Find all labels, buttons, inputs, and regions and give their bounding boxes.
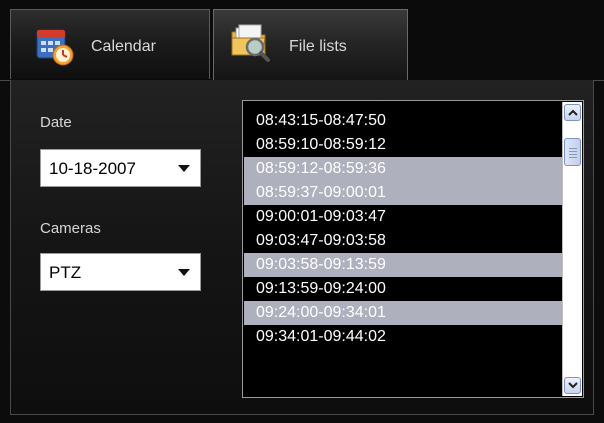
date-value: 10-18-2007 xyxy=(49,159,136,178)
calendar-icon xyxy=(36,29,74,66)
file-list-item[interactable]: 08:59:10-08:59:12 xyxy=(244,133,562,157)
camera-dropdown[interactable]: PTZ xyxy=(40,253,201,291)
file-list-item[interactable]: 09:13:59-09:24:00 xyxy=(244,277,562,301)
chevron-up-icon xyxy=(568,109,578,116)
scroll-down-button[interactable] xyxy=(564,377,581,394)
file-list-item[interactable]: 09:00:01-09:03:47 xyxy=(244,205,562,229)
scroll-thumb[interactable] xyxy=(564,138,581,166)
tab-calendar-label: Calendar xyxy=(91,38,156,55)
tab-strip: Calendar File lists xyxy=(0,0,604,81)
date-label: Date xyxy=(40,114,72,131)
camera-value: PTZ xyxy=(49,263,82,282)
chevron-down-icon[interactable] xyxy=(178,165,190,172)
file-list-item[interactable]: 08:59:12-08:59:36 xyxy=(244,157,562,181)
cameras-label: Cameras xyxy=(40,220,101,237)
file-list-item[interactable]: 08:43:15-08:47:50 xyxy=(244,109,562,133)
file-list-item[interactable]: 09:03:58-09:13:59 xyxy=(244,253,562,277)
tab-file-lists[interactable]: File lists xyxy=(213,9,408,81)
file-list[interactable]: 08:43:15-08:47:50 08:59:10-08:59:12 08:59:… xyxy=(242,100,584,398)
vertical-scrollbar[interactable] xyxy=(562,102,582,396)
tab-calendar[interactable]: Calendar xyxy=(10,9,210,79)
chevron-down-icon xyxy=(568,382,578,389)
tab-file-lists-label: File lists xyxy=(289,38,347,55)
file-list-item[interactable]: 09:24:00-09:34:01 xyxy=(244,301,562,325)
file-browser-window: Calendar File lists Date 10-18-2007 Came… xyxy=(0,0,604,423)
file-list-item[interactable]: 08:59:37-09:00:01 xyxy=(244,181,562,205)
folder-search-icon xyxy=(231,24,270,62)
file-list-item[interactable]: 09:34:01-09:44:02 xyxy=(244,325,562,349)
file-list-item[interactable]: 09:03:47-09:03:58 xyxy=(244,229,562,253)
scroll-up-button[interactable] xyxy=(564,104,581,121)
date-dropdown[interactable]: 10-18-2007 xyxy=(40,149,201,187)
chevron-down-icon[interactable] xyxy=(178,269,190,276)
